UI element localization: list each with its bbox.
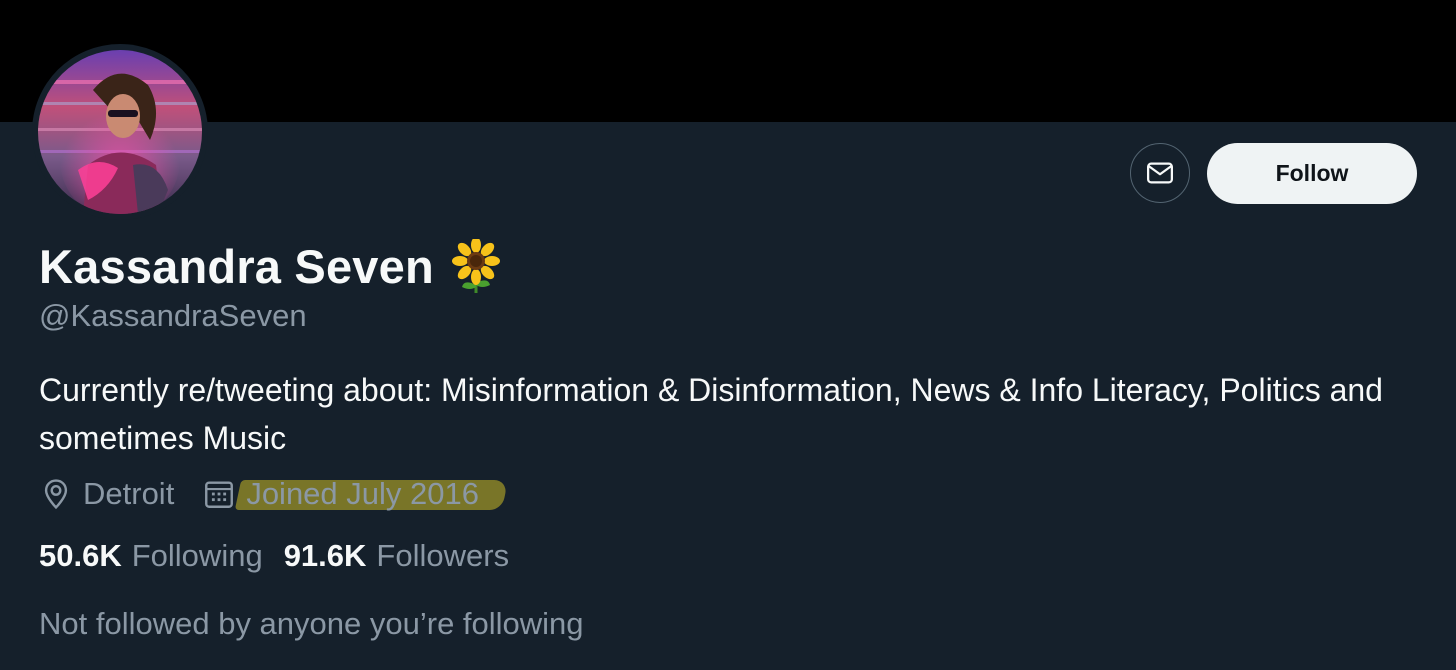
joined-item: Joined July 2016 — [202, 476, 509, 512]
sunflower-icon — [451, 237, 500, 293]
joined-label: Joined July 2016 — [246, 476, 479, 511]
envelope-icon — [1147, 162, 1173, 184]
following-label: Following — [131, 538, 263, 573]
follow-button-label: Follow — [1275, 160, 1349, 186]
calendar-icon — [205, 481, 234, 508]
display-name: Kassandra Seven — [39, 239, 434, 293]
user-handle: @KassandraSeven — [39, 298, 307, 333]
profile-banner[interactable] — [0, 0, 1456, 122]
social-context: Not followed by anyone you’re following — [39, 606, 584, 641]
display-name-row: Kassandra Seven — [39, 236, 500, 296]
followers-label: Followers — [376, 538, 510, 573]
message-button[interactable] — [1130, 143, 1190, 203]
profile-meta: Detroit Joined July 2016 — [39, 474, 509, 514]
followers-link[interactable]: 91.6K Followers — [284, 538, 509, 574]
profile-bio: Currently re/tweeting about: Misinformat… — [39, 372, 1383, 456]
following-link[interactable]: 50.6K Following — [39, 538, 263, 574]
followers-count: 91.6K — [283, 538, 367, 573]
joined-text: Joined July 2016 — [235, 476, 509, 512]
location-item: Detroit — [39, 476, 174, 512]
follow-button[interactable]: Follow — [1207, 143, 1417, 204]
location-pin-icon — [44, 479, 68, 510]
avatar-image — [38, 50, 202, 214]
profile-stats: 50.6K Following 91.6K Followers — [39, 536, 530, 576]
avatar[interactable] — [32, 44, 208, 220]
following-count: 50.6K — [39, 538, 122, 573]
location-text: Detroit — [83, 476, 175, 511]
